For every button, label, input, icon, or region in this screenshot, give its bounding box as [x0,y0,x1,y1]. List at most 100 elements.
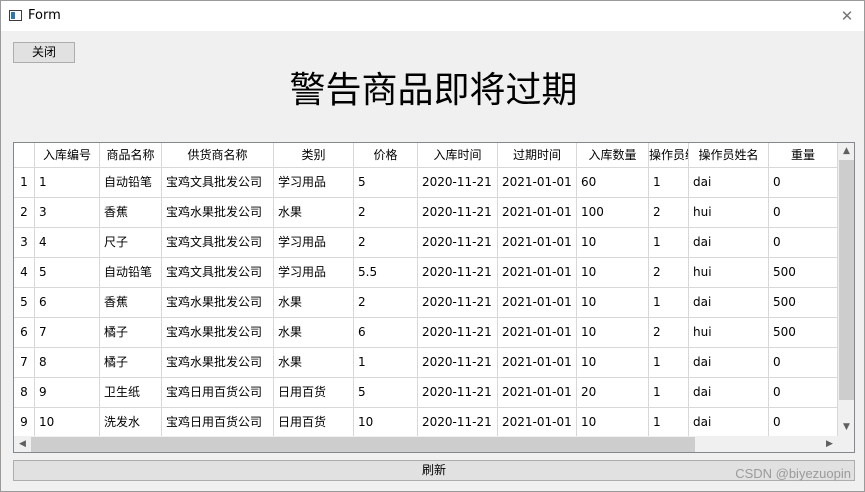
table-cell[interactable]: 5 [354,168,418,198]
table-cell[interactable]: 1 [649,168,689,198]
table-cell[interactable]: 水果 [274,318,354,348]
table-cell[interactable]: 1 [649,288,689,318]
table-cell[interactable]: 2021-01-01 [498,348,577,378]
row-header[interactable]: 1 [14,168,35,198]
table-cell[interactable]: dai [689,228,769,258]
table-cell[interactable]: 水果 [274,198,354,228]
table-cell[interactable]: 10 [577,318,649,348]
table-cell[interactable]: 2021-01-01 [498,408,577,438]
table-cell[interactable]: 6 [35,288,100,318]
table-cell[interactable]: 宝鸡水果批发公司 [162,318,274,348]
column-header[interactable]: 商品名称 [100,143,162,168]
table-cell[interactable]: 2 [354,228,418,258]
table-cell[interactable]: 2 [354,198,418,228]
table-cell[interactable]: 1 [649,378,689,408]
table-cell[interactable]: 1 [649,228,689,258]
table-cell[interactable]: 6 [354,318,418,348]
horizontal-scroll-thumb[interactable] [31,437,695,452]
scroll-right-icon[interactable]: ▶ [821,436,838,452]
table-cell[interactable]: 0 [769,168,838,198]
table-cell[interactable]: 水果 [274,348,354,378]
table-cell[interactable]: 宝鸡日用百货公司 [162,378,274,408]
table-cell[interactable]: 1 [649,408,689,438]
table-cell[interactable]: 宝鸡水果批发公司 [162,288,274,318]
table-cell[interactable]: dai [689,288,769,318]
table-cell[interactable]: 2021-01-01 [498,258,577,288]
table-cell[interactable]: 500 [769,318,838,348]
scroll-up-icon[interactable]: ▲ [838,143,854,160]
table-cell[interactable]: dai [689,348,769,378]
column-header[interactable]: 供货商名称 [162,143,274,168]
table-cell[interactable]: 10 [577,288,649,318]
table-cell[interactable]: 3 [35,198,100,228]
close-button[interactable]: 关闭 [13,42,75,63]
table-cell[interactable]: 8 [35,348,100,378]
table-cell[interactable]: 2020-11-21 [418,198,498,228]
table-cell[interactable]: 宝鸡文具批发公司 [162,168,274,198]
table-cell[interactable]: 2021-01-01 [498,318,577,348]
table-cell[interactable]: 2 [649,198,689,228]
table-corner[interactable] [14,143,35,168]
table-cell[interactable]: dai [689,168,769,198]
table-cell[interactable]: 学习用品 [274,258,354,288]
row-header[interactable]: 9 [14,408,35,438]
table-cell[interactable]: 2020-11-21 [418,228,498,258]
vertical-scrollbar[interactable]: ▲ ▼ [838,143,854,436]
table-cell[interactable]: 学习用品 [274,168,354,198]
table-cell[interactable]: 0 [769,408,838,438]
table-cell[interactable]: 2 [649,258,689,288]
table-cell[interactable]: 2020-11-21 [418,288,498,318]
column-header[interactable]: 操作员姓名 [689,143,769,168]
table-cell[interactable]: 香蕉 [100,198,162,228]
column-header[interactable]: 入库数量 [577,143,649,168]
table-cell[interactable]: 1 [354,348,418,378]
table-cell[interactable]: 宝鸡文具批发公司 [162,228,274,258]
table-cell[interactable]: 宝鸡文具批发公司 [162,258,274,288]
table-cell[interactable]: 日用百货 [274,408,354,438]
table-cell[interactable]: 2020-11-21 [418,168,498,198]
table-cell[interactable]: 2 [354,288,418,318]
table-cell[interactable]: 2021-01-01 [498,378,577,408]
table-cell[interactable]: 5.5 [354,258,418,288]
table-cell[interactable]: 洗发水 [100,408,162,438]
table-cell[interactable]: 2020-11-21 [418,348,498,378]
table-cell[interactable]: dai [689,378,769,408]
table-cell[interactable]: 宝鸡水果批发公司 [162,348,274,378]
column-header[interactable]: 入库时间 [418,143,498,168]
refresh-button[interactable]: 刷新 [13,460,855,481]
table-cell[interactable]: 10 [577,228,649,258]
table-cell[interactable]: 2020-11-21 [418,408,498,438]
vertical-scroll-thumb[interactable] [839,160,854,400]
table-cell[interactable]: 5 [354,378,418,408]
table-cell[interactable]: 100 [577,198,649,228]
row-header[interactable]: 8 [14,378,35,408]
table-cell[interactable]: 500 [769,258,838,288]
column-header[interactable]: 价格 [354,143,418,168]
table-cell[interactable]: hui [689,318,769,348]
table-cell[interactable]: 宝鸡水果批发公司 [162,198,274,228]
window-close-icon[interactable]: ✕ [836,5,858,27]
table-cell[interactable]: 2021-01-01 [498,288,577,318]
column-header[interactable]: 操作员编号 [649,143,689,168]
scroll-down-icon[interactable]: ▼ [838,419,854,436]
table-cell[interactable]: 20 [577,378,649,408]
table-cell[interactable]: 60 [577,168,649,198]
table-cell[interactable]: 0 [769,378,838,408]
table-cell[interactable]: 香蕉 [100,288,162,318]
table-cell[interactable]: 1 [35,168,100,198]
table-cell[interactable]: 2020-11-21 [418,318,498,348]
table-cell[interactable]: 2021-01-01 [498,198,577,228]
table-cell[interactable]: 卫生纸 [100,378,162,408]
table-cell[interactable]: dai [689,408,769,438]
table-cell[interactable]: 日用百货 [274,378,354,408]
table-cell[interactable]: 0 [769,198,838,228]
table-cell[interactable]: 2 [649,318,689,348]
table-cell[interactable]: 4 [35,228,100,258]
table-cell[interactable]: 宝鸡日用百货公司 [162,408,274,438]
column-header[interactable]: 重量 [769,143,838,168]
row-header[interactable]: 7 [14,348,35,378]
column-header[interactable]: 类别 [274,143,354,168]
table-cell[interactable]: 9 [35,378,100,408]
table-cell[interactable]: 水果 [274,288,354,318]
table-cell[interactable]: 橘子 [100,318,162,348]
